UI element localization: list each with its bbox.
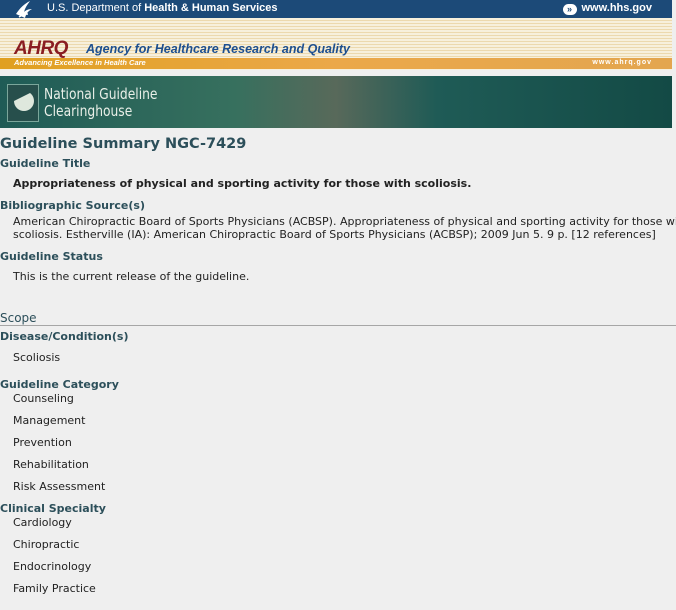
hhs-link[interactable]: » www.hhs.gov bbox=[562, 2, 653, 15]
clinical-specialty-item: Cardiology bbox=[13, 516, 72, 529]
guideline-category-item: Counseling bbox=[13, 392, 74, 405]
guideline-category-item: Rehabilitation bbox=[13, 458, 89, 471]
disease-condition-value: Scoliosis bbox=[13, 351, 61, 364]
ngc-logo-icon bbox=[7, 84, 39, 122]
ahrq-logo[interactable]: AHRQ bbox=[14, 38, 68, 60]
main-content: Guideline Summary NGC-7429 Guideline Tit… bbox=[0, 135, 676, 595]
ahrq-tagline: Advancing Excellence in Health Care bbox=[14, 58, 146, 67]
hhs-header-bar: U.S. Department of Health & Human Servic… bbox=[0, 0, 672, 18]
guideline-status-label: Guideline Status bbox=[0, 250, 103, 263]
ngc-title-line1: National Guideline bbox=[44, 85, 158, 103]
ahrq-header: AHRQ Agency for Healthcare Research and … bbox=[0, 18, 672, 70]
clinical-specialty-item: Endocrinology bbox=[13, 560, 92, 573]
clinical-specialty-label: Clinical Specialty bbox=[0, 502, 106, 515]
ngc-title: National Guideline Clearinghouse bbox=[44, 86, 157, 120]
clinical-specialty-item: Chiropractic bbox=[13, 538, 80, 551]
hhs-department-prefix: U.S. Department of bbox=[47, 2, 145, 14]
ahrq-tagline-strip: Advancing Excellence in Health Care www.… bbox=[0, 58, 672, 69]
ahrq-agency-name[interactable]: Agency for Healthcare Research and Quali… bbox=[86, 42, 350, 56]
bibliographic-source-line1: American Chiropractic Board of Sports Ph… bbox=[13, 215, 676, 228]
hhs-eagle-icon[interactable] bbox=[14, 0, 36, 20]
page-title: Guideline Summary NGC-7429 bbox=[0, 136, 247, 152]
guideline-title-text: Appropriateness of physical and sporting… bbox=[13, 177, 472, 190]
ahrq-url[interactable]: www.ahrq.gov bbox=[592, 59, 652, 66]
ngc-banner[interactable]: National Guideline Clearinghouse bbox=[0, 76, 672, 128]
hhs-department[interactable]: U.S. Department of Health & Human Servic… bbox=[47, 2, 278, 14]
guideline-title-label: Guideline Title bbox=[0, 157, 91, 170]
bibliographic-source-line2: scoliosis. Estherville (IA): American Ch… bbox=[13, 228, 656, 241]
bibliographic-source-label: Bibliographic Source(s) bbox=[0, 199, 145, 212]
ngc-title-line2: Clearinghouse bbox=[44, 102, 133, 120]
hhs-department-name: Health & Human Services bbox=[144, 2, 278, 14]
guideline-category-label: Guideline Category bbox=[0, 378, 119, 391]
guideline-category-item: Risk Assessment bbox=[13, 480, 106, 493]
hhs-link-label: www.hhs.gov bbox=[581, 2, 653, 14]
guideline-status-text: This is the current release of the guide… bbox=[13, 270, 250, 283]
guideline-category-item: Management bbox=[13, 414, 86, 427]
double-chevron-right-icon: » bbox=[562, 4, 577, 15]
scope-heading: Scope bbox=[0, 311, 676, 326]
disease-condition-label: Disease/Condition(s) bbox=[0, 330, 129, 343]
guideline-category-item: Prevention bbox=[13, 436, 72, 449]
clinical-specialty-item: Family Practice bbox=[13, 582, 96, 595]
